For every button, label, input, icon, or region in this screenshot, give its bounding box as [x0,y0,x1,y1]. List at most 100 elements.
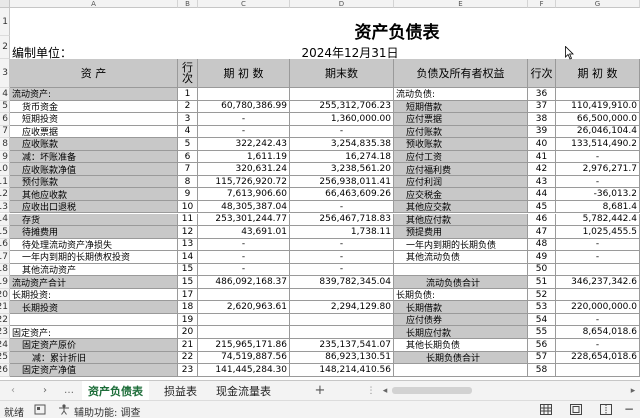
liability-opening[interactable] [556,263,640,277]
liability-name[interactable]: 其他流动负债 [394,251,528,264]
asset-opening[interactable]: 2,620,963.61 [198,301,290,314]
liability-name[interactable]: 应付债券 [394,313,528,327]
liability-opening[interactable]: - [556,175,640,189]
asset-name[interactable]: 减：累计折旧 [10,351,178,365]
liability-name[interactable]: 短期借款 [394,100,528,114]
normal-view-icon[interactable] [540,404,552,415]
more-sheets-icon[interactable]: … [62,383,76,398]
row-header[interactable]: 19 [0,276,10,289]
asset-line-no[interactable]: 6 [178,150,198,164]
liability-opening[interactable]: - [556,339,640,352]
row-header[interactable]: 2 [0,36,10,59]
column-header[interactable]: D [290,0,394,8]
liability-name[interactable]: 应付福利费 [394,163,528,176]
liability-line-no[interactable]: 38 [528,113,556,126]
liability-line-no[interactable]: 41 [528,150,556,164]
liability-line-no[interactable]: 45 [528,200,556,214]
asset-closing[interactable]: 256,467,718.83 [290,213,394,227]
liability-line-no[interactable]: 44 [528,188,556,201]
liability-opening[interactable]: 8,654,018.6 [556,326,640,339]
asset-line-no[interactable]: 3 [178,113,198,126]
asset-name[interactable]: 货币资金 [10,100,178,114]
row-header[interactable]: 21 [0,301,10,314]
row-header[interactable]: 25 [0,351,10,365]
liability-opening[interactable]: - [556,251,640,264]
liability-name[interactable]: 长期负债: [394,288,528,302]
row-header[interactable]: 22 [0,313,10,327]
liability-name[interactable]: 长期负债合计 [394,351,528,365]
row-header[interactable]: 26 [0,364,10,377]
row-header[interactable]: 11 [0,175,10,189]
asset-name[interactable]: 固定资产原价 [10,339,178,352]
asset-opening[interactable]: - [198,125,290,139]
liability-line-no[interactable]: 47 [528,226,556,239]
scroll-divider-icon[interactable]: ⋮ [367,384,376,397]
liability-opening[interactable]: 110,419,910.0 [556,100,640,114]
asset-line-no[interactable]: 8 [178,175,198,189]
add-sheet-icon[interactable]: + [312,382,328,399]
row-header[interactable]: 1 [0,8,10,36]
liability-opening[interactable]: 2,976,271.7 [556,163,640,176]
asset-opening[interactable]: 141,445,284.30 [198,364,290,377]
asset-name[interactable]: 存货 [10,213,178,227]
asset-name[interactable]: 预付账款 [10,175,178,189]
liability-name[interactable]: 预提费用 [394,226,528,239]
asset-closing[interactable]: 255,312,706.23 [290,100,394,114]
liability-line-no[interactable]: 53 [528,301,556,314]
liability-name[interactable]: 应交税金 [394,188,528,201]
liability-line-no[interactable]: 52 [528,288,556,302]
row-header[interactable]: 10 [0,163,10,176]
row-header[interactable]: 9 [0,150,10,164]
asset-opening[interactable]: - [198,238,290,252]
asset-line-no[interactable]: 20 [178,326,198,339]
table-header-opening2[interactable]: 期 初 数 [556,59,640,88]
liability-name[interactable] [394,364,528,377]
asset-closing[interactable]: 235,137,541.07 [290,339,394,352]
table-header-asset[interactable]: 资 产 [10,59,178,88]
liability-opening[interactable]: - [556,238,640,252]
accessibility-icon[interactable] [58,404,70,415]
asset-closing[interactable]: 16,274.18 [290,150,394,164]
row-header[interactable]: 16 [0,238,10,252]
liability-line-no[interactable]: 40 [528,138,556,151]
liability-opening[interactable]: 5,782,442.4 [556,213,640,227]
page-break-preview-icon[interactable] [600,404,612,415]
liability-line-no[interactable]: 56 [528,339,556,352]
asset-name[interactable]: 固定资产净值 [10,364,178,377]
asset-closing[interactable]: 839,782,345.04 [290,276,394,289]
liability-name[interactable]: 其他应交款 [394,200,528,214]
asset-name[interactable]: 流动资产: [10,88,178,101]
row-header[interactable]: 20 [0,288,10,302]
asset-closing[interactable]: - [290,125,394,139]
asset-name[interactable] [10,313,178,327]
asset-opening[interactable] [198,326,290,339]
liability-name[interactable]: 其他应付款 [394,213,528,227]
asset-opening[interactable]: 60,780,386.99 [198,100,290,114]
column-header[interactable]: A [10,0,178,8]
asset-closing[interactable]: - [290,251,394,264]
row-header[interactable]: 3 [0,59,10,88]
asset-line-no[interactable]: 23 [178,364,198,377]
asset-opening[interactable]: 43,691.01 [198,226,290,239]
liability-line-no[interactable]: 49 [528,251,556,264]
liability-opening[interactable] [556,364,640,377]
liability-name[interactable]: 一年内到期的长期负债 [394,238,528,252]
asset-line-no[interactable]: 7 [178,163,198,176]
asset-closing[interactable]: - [290,200,394,214]
liability-opening[interactable] [556,288,640,302]
row-header[interactable]: 12 [0,188,10,201]
liability-name[interactable]: 应付账款 [394,125,528,139]
liability-opening[interactable]: 228,654,018.6 [556,351,640,365]
liability-opening[interactable]: 133,514,490.2 [556,138,640,151]
asset-opening[interactable]: - [198,263,290,277]
liability-line-no[interactable]: 39 [528,125,556,139]
asset-closing[interactable]: - [290,238,394,252]
asset-opening[interactable]: 215,965,171.86 [198,339,290,352]
asset-opening[interactable]: 1,611.19 [198,150,290,164]
liability-opening[interactable]: - [556,313,640,327]
row-header[interactable]: 6 [0,113,10,126]
liability-line-no[interactable]: 57 [528,351,556,365]
asset-name[interactable]: 应收账款 [10,138,178,151]
asset-name[interactable]: 长期投资: [10,288,178,302]
liability-name[interactable] [394,263,528,277]
